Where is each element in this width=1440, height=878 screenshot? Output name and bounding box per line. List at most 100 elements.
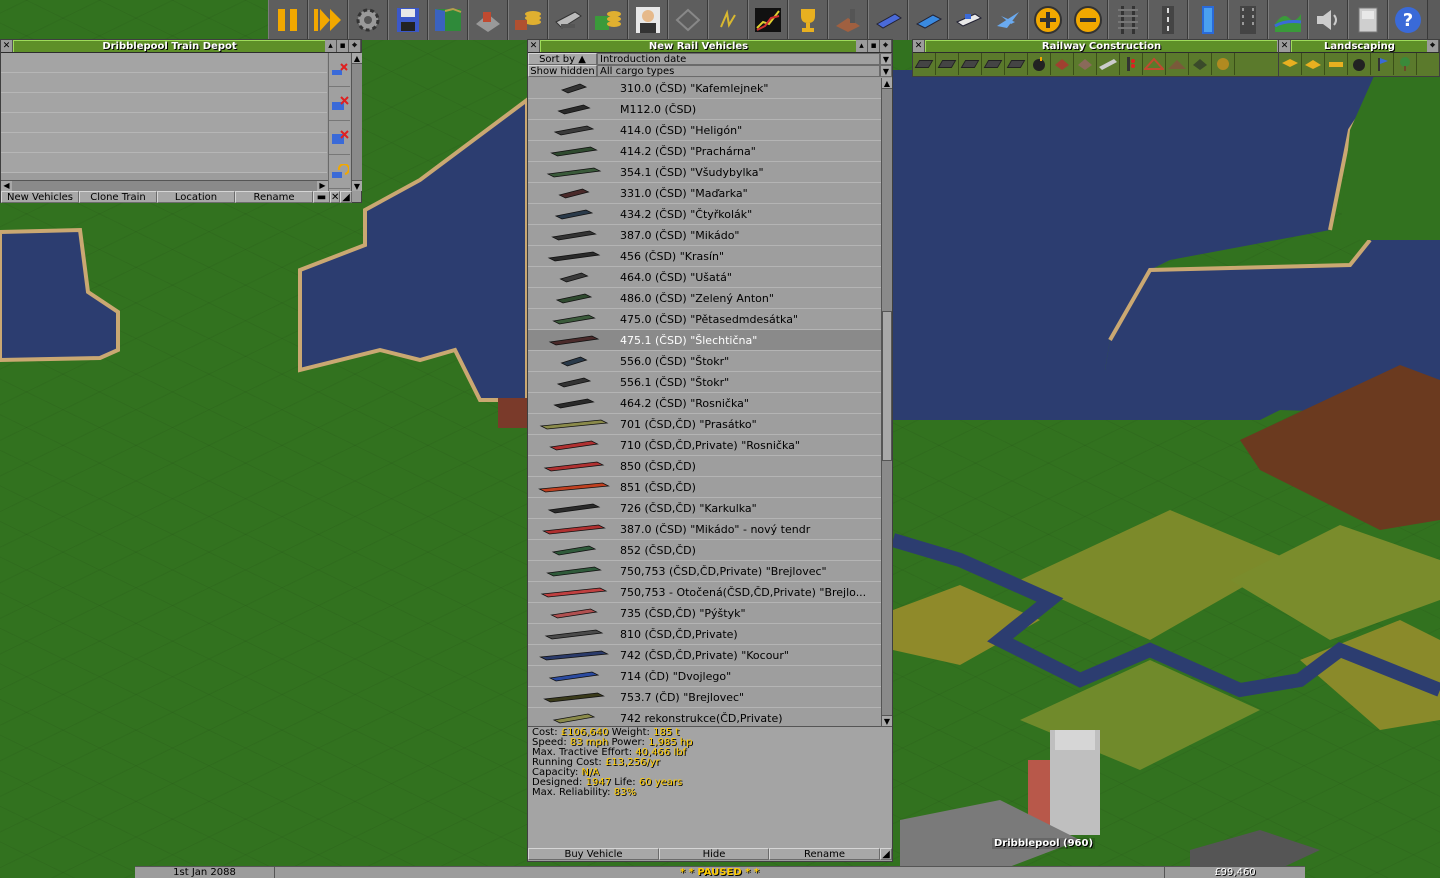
zoom-out-icon[interactable] <box>1068 0 1108 40</box>
town-directory-icon[interactable] <box>468 0 508 40</box>
chevron-down-icon[interactable]: ▼ <box>880 65 892 77</box>
rename-button[interactable]: Rename <box>235 191 313 203</box>
lower-land-icon[interactable] <box>1279 53 1302 75</box>
rail-vehicle-scrollbar[interactable]: ▲ ▼ <box>881 78 892 726</box>
buy-vehicle-button[interactable]: Buy Vehicle <box>528 848 659 860</box>
vehicle-list-item[interactable]: 414.2 (ČSD) "Prachárna" <box>528 141 881 162</box>
build-tram-icon[interactable] <box>1188 0 1228 40</box>
vehicle-list-item[interactable]: 735 (ČSD,ČD) "Pýštyk" <box>528 603 881 624</box>
league-table-icon[interactable] <box>788 0 828 40</box>
vehicle-list-item[interactable]: 387.0 (ČSD) "Mikádo" <box>528 225 881 246</box>
sell-wagon-icon[interactable] <box>329 53 350 87</box>
vehicle-list-item[interactable]: 475.1 (ČSD) "Šlechtična" <box>528 330 881 351</box>
rail-vehicle-list[interactable]: 310.0 (ČSD) "Kafemlejnek" M112.0 (ČSD) 414… <box>528 78 881 726</box>
pin-icon[interactable]: ⌖ <box>880 40 892 52</box>
vehicle-list-item[interactable]: 850 (ČSD,ČD) <box>528 456 881 477</box>
collapse-icon[interactable]: ▴ <box>325 40 337 52</box>
vehicle-list-item[interactable]: 742 rekonstrukce(ČD,Private) <box>528 708 881 726</box>
level-land-icon[interactable] <box>1325 53 1348 75</box>
depot-row[interactable] <box>1 153 327 173</box>
story-book-icon[interactable] <box>668 0 708 40</box>
goals-icon[interactable] <box>708 0 748 40</box>
vehicle-list-item[interactable]: 331.0 (ČSD) "Maďarka" <box>528 183 881 204</box>
depot-row[interactable] <box>1 53 327 73</box>
autoreplace-icon[interactable] <box>329 155 350 189</box>
sort-by-button[interactable]: Sort by ▲ <box>528 53 597 65</box>
road-vehicle-list-icon[interactable] <box>908 0 948 40</box>
demolish-icon[interactable] <box>1028 53 1051 75</box>
messages-icon[interactable]: ? <box>1388 0 1428 40</box>
sort-criteria-dropdown[interactable]: Introduction date <box>597 53 880 65</box>
remove-rail-icon[interactable] <box>1189 53 1212 75</box>
vehicle-list-item[interactable]: 475.0 (ČSD) "Pětasedmdesátka" <box>528 309 881 330</box>
close-icon[interactable]: ✕ <box>913 40 925 52</box>
autorail-icon[interactable] <box>1005 53 1028 75</box>
vehicle-list-item[interactable]: 742 (ČSD,ČD,Private) "Kocour" <box>528 645 881 666</box>
vehicle-list-item[interactable]: 750,753 - Otočená(ČSD,ČD,Private) "Brejl… <box>528 582 881 603</box>
vehicle-list-item[interactable]: 387.0 (ČSD) "Mikádo" - nový tendr <box>528 519 881 540</box>
subsidies-icon[interactable] <box>508 0 548 40</box>
ship-list-icon[interactable] <box>948 0 988 40</box>
depot-trains-icon[interactable]: ▬ <box>313 191 330 203</box>
build-bridge-icon[interactable] <box>1143 53 1166 75</box>
depot-row[interactable] <box>1 133 327 153</box>
raise-land-icon[interactable] <box>1302 53 1325 75</box>
scroll-right-icon[interactable]: ▶ <box>317 181 328 191</box>
build-waypoint-icon[interactable] <box>1074 53 1097 75</box>
vehicle-list-item[interactable]: 414.0 (ČSD) "Heligón" <box>528 120 881 141</box>
station-list-icon[interactable] <box>548 0 588 40</box>
landscaping-icon[interactable] <box>1308 0 1348 40</box>
hide-button[interactable]: Hide <box>659 848 769 860</box>
rename-vehicle-button[interactable]: Rename <box>769 848 880 860</box>
scroll-down-icon[interactable]: ▼ <box>882 715 892 726</box>
pin-icon[interactable]: ⌖ <box>1427 40 1439 52</box>
sell-vehicle-icon[interactable] <box>329 87 350 121</box>
stickybox-icon[interactable]: ▪ <box>337 40 349 52</box>
location-button[interactable]: Location <box>157 191 235 203</box>
build-depot-icon[interactable] <box>1051 53 1074 75</box>
vehicle-list-item[interactable]: 710 (ČSD,ČD,Private) "Rosnička" <box>528 435 881 456</box>
scroll-left-icon[interactable]: ◀ <box>1 181 12 191</box>
close-icon[interactable]: ✕ <box>1 40 13 52</box>
save-icon[interactable] <box>388 0 428 40</box>
sell-all-icon[interactable] <box>329 121 350 155</box>
build-rail-ns-icon[interactable] <box>913 53 936 75</box>
aircraft-list-icon[interactable] <box>988 0 1028 40</box>
graphs-icon[interactable] <box>748 0 788 40</box>
build-signal-icon[interactable] <box>1120 53 1143 75</box>
vehicle-list-item[interactable]: 810 (ČSD,ČD,Private) <box>528 624 881 645</box>
depot-resize-icon[interactable]: ◢ <box>340 191 352 203</box>
vehicle-list-item[interactable]: 310.0 (ČSD) "Kafemlejnek" <box>528 78 881 99</box>
vehicle-list-item[interactable]: 486.0 (ČSD) "Zelený Anton" <box>528 288 881 309</box>
collapse-icon[interactable]: ▴ <box>856 40 868 52</box>
vehicle-list-item[interactable]: 851 (ČSD,ČD) <box>528 477 881 498</box>
build-rail-x-icon[interactable] <box>936 53 959 75</box>
build-airport-icon[interactable] <box>1268 0 1308 40</box>
vehicle-list-item[interactable]: 464.2 (ČSD) "Rosnička" <box>528 393 881 414</box>
scroll-up-icon[interactable]: ▲ <box>882 78 892 89</box>
vehicle-list-item[interactable]: 750,753 (ČSD,ČD,Private) "Brejlovec" <box>528 561 881 582</box>
close-icon[interactable]: ✕ <box>1279 40 1291 52</box>
depot-horizontal-scrollbar[interactable]: ◀ ▶ <box>1 180 328 191</box>
vehicle-list-item[interactable]: 852 (ČSD,ČD) <box>528 540 881 561</box>
vehicle-list-item[interactable]: M112.0 (ČSD) <box>528 99 881 120</box>
vehicle-list-item[interactable]: 556.1 (ČSD) "Štokr" <box>528 372 881 393</box>
music-icon[interactable] <box>1348 0 1388 40</box>
vehicle-list-item[interactable]: 714 (ČD) "Dvojlego" <box>528 666 881 687</box>
cargo-filter-dropdown[interactable]: All cargo types <box>597 65 880 77</box>
company-icon[interactable] <box>628 0 668 40</box>
build-road-icon[interactable] <box>1148 0 1188 40</box>
buy-land-icon[interactable] <box>1371 53 1394 75</box>
show-hidden-button[interactable]: Show hidden <box>528 65 597 77</box>
finances-icon[interactable] <box>588 0 628 40</box>
depot-vehicle-list[interactable] <box>1 53 327 181</box>
depot-row[interactable] <box>1 113 327 133</box>
vehicle-list-item[interactable]: 464.0 (ČSD) "Ušatá" <box>528 267 881 288</box>
new-vehicles-button[interactable]: New Vehicles <box>1 191 79 203</box>
build-water-icon[interactable] <box>1228 0 1268 40</box>
landscape-demolish-icon[interactable] <box>1348 53 1371 75</box>
fast-forward-icon[interactable] <box>308 0 348 40</box>
zoom-in-icon[interactable] <box>1028 0 1068 40</box>
vehicle-list-item[interactable]: 556.0 (ČSD) "Štokr" <box>528 351 881 372</box>
train-list-icon[interactable] <box>868 0 908 40</box>
